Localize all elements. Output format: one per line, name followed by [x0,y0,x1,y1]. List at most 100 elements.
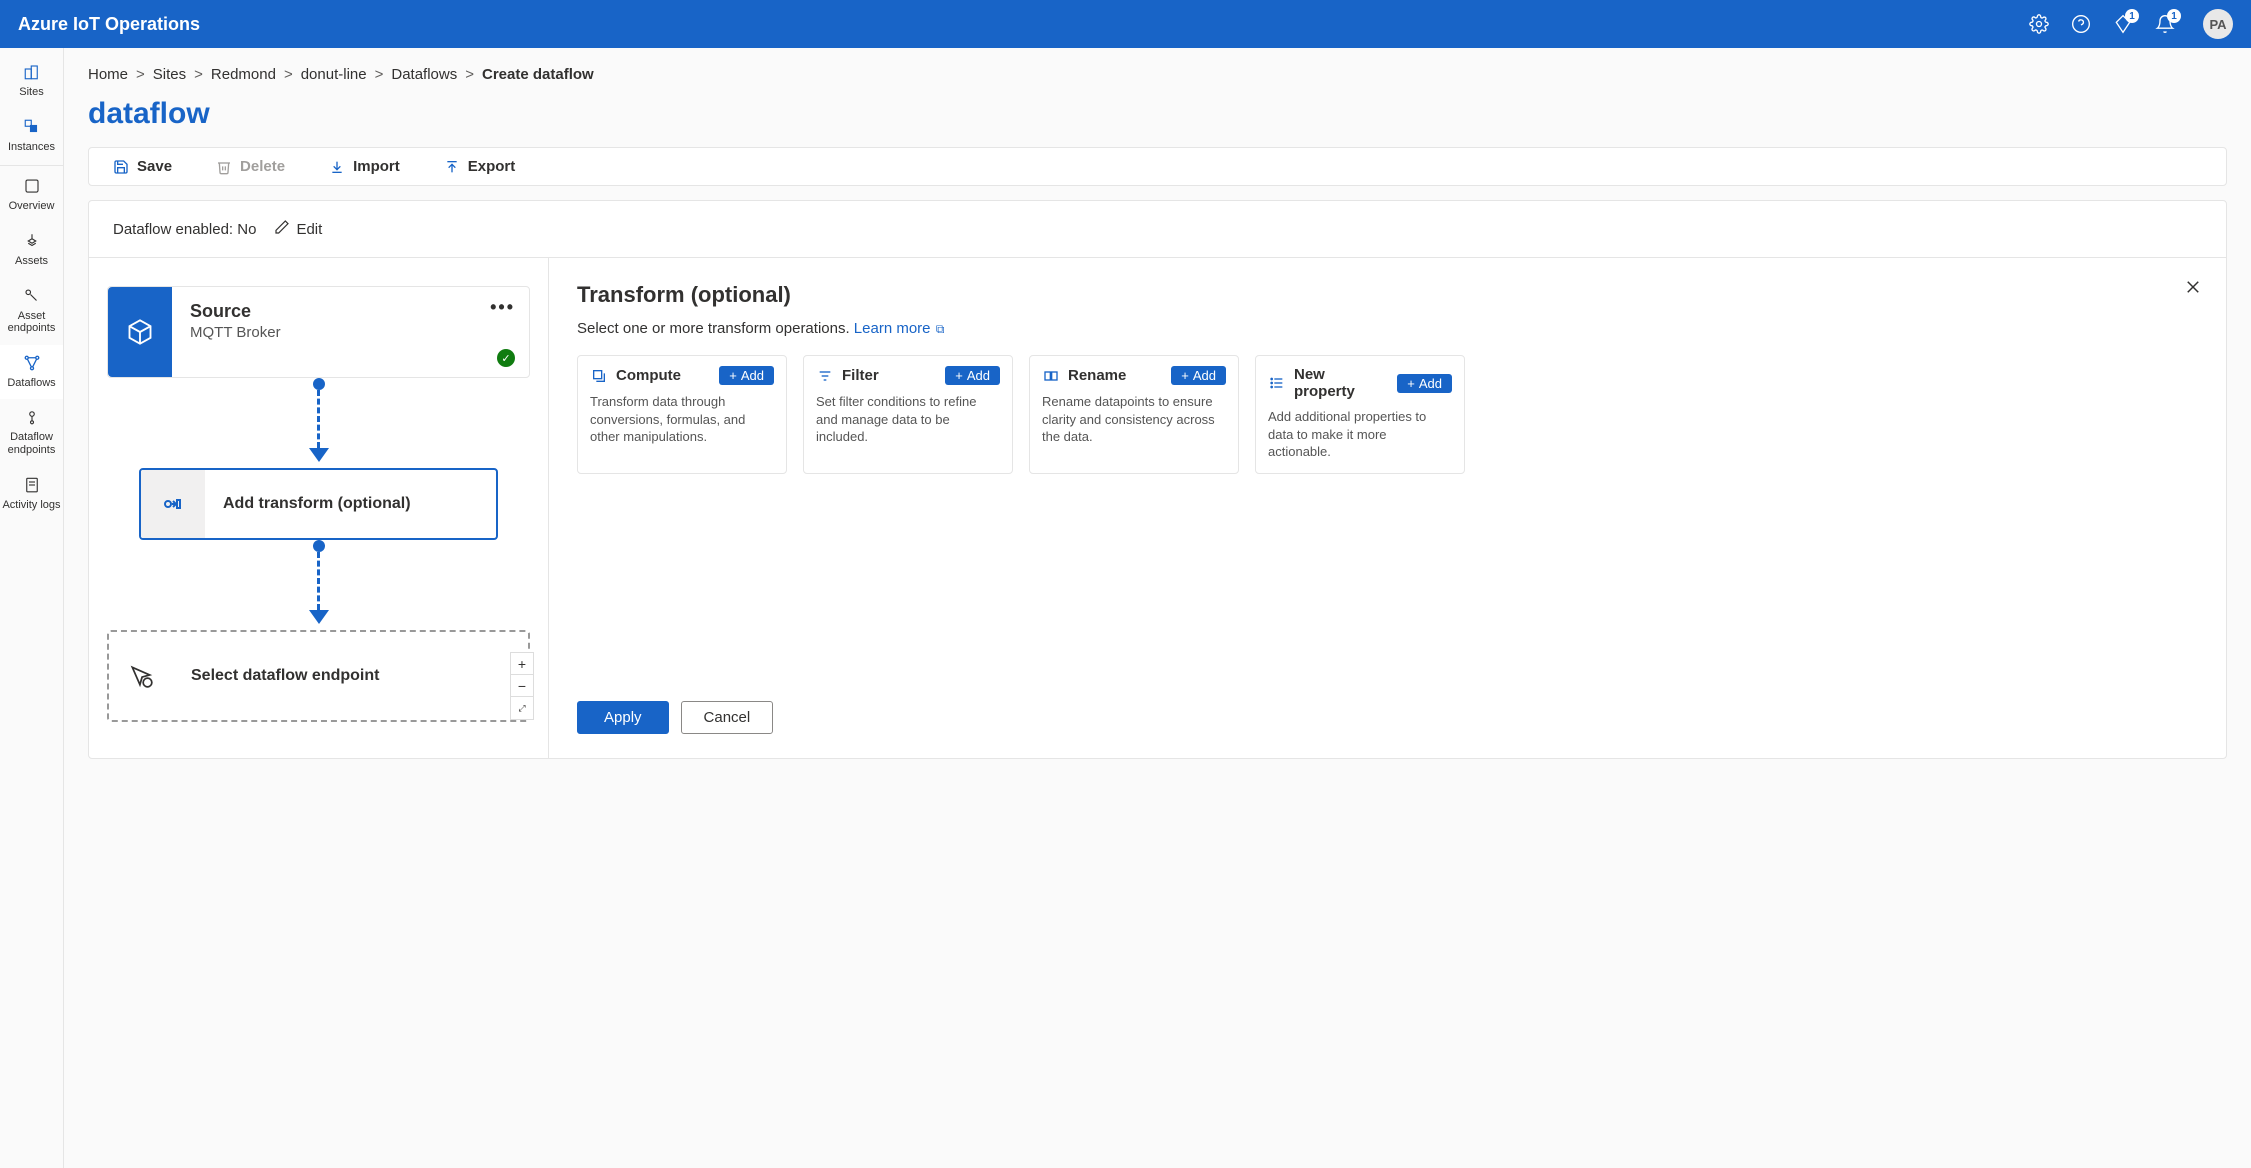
node-source[interactable]: Source MQTT Broker ••• ✓ [107,286,530,378]
asset-endpoint-icon [22,286,42,306]
notifications-badge: 1 [2167,9,2181,23]
card-new-property: New property +Add Add additional propert… [1255,355,1465,474]
node-endpoint[interactable]: Select dataflow endpoint [107,630,530,722]
card-desc: Add additional properties to data to mak… [1268,408,1452,461]
card-rename: Rename +Add Rename datapoints to ensure … [1029,355,1239,474]
more-icon[interactable]: ••• [490,297,515,318]
nav-instances[interactable]: Instances [0,109,63,164]
nav-label: Overview [9,200,55,213]
upload-icon [444,159,460,175]
canvas: Source MQTT Broker ••• ✓ [89,258,549,758]
crumb-donut-line[interactable]: donut-line [301,66,367,83]
compute-icon [590,367,608,385]
diagnostics-icon[interactable]: 1 [2113,14,2133,34]
save-icon [113,159,129,175]
right-panel: Transform (optional) Select one or more … [549,258,2226,758]
checkmark-icon: ✓ [497,349,515,367]
app-header: Azure IoT Operations 1 1 PA [0,0,2251,48]
download-icon [329,159,345,175]
source-subtitle: MQTT Broker [190,324,511,341]
close-icon[interactable] [2184,278,2202,299]
zoom-out-button[interactable]: − [511,675,533,697]
nav-label: Instances [8,141,55,154]
add-rename-button[interactable]: +Add [1171,366,1226,385]
transform-cards: Compute +Add Transform data through conv… [577,355,2198,474]
add-filter-button[interactable]: +Add [945,366,1000,385]
pencil-icon [274,219,290,239]
add-compute-button[interactable]: +Add [719,366,774,385]
crumb-dataflows[interactable]: Dataflows [391,66,457,83]
card-title: Rename [1068,367,1163,384]
header-actions: 1 1 PA [2029,9,2233,39]
nav-asset-endpoints[interactable]: Asset endpoints [0,278,63,345]
log-icon [22,475,42,495]
nav-label: Activity logs [2,499,60,512]
panel-subtext: Select one or more transform operations.… [577,320,2198,337]
nav-dataflow-endpoints[interactable]: Dataflow endpoints [0,399,63,466]
card-desc: Rename datapoints to ensure clarity and … [1042,393,1226,446]
content-panel: Dataflow enabled: No Edit Source MQTT Br… [88,200,2227,759]
transform-icon [141,470,205,538]
crumb-sites[interactable]: Sites [153,66,186,83]
apply-button[interactable]: Apply [577,701,669,734]
boxes-icon [22,117,42,137]
dataflow-enabled-label: Dataflow enabled: No [113,221,256,238]
nav-assets[interactable]: Assets [0,223,63,278]
plus-icon: + [955,368,963,383]
toolbar: Save Delete Import Export [88,147,2227,186]
zoom-in-button[interactable]: + [511,653,533,675]
nav-label: Asset endpoints [2,310,61,335]
diagnostics-badge: 1 [2125,9,2139,23]
source-title: Source [190,301,511,322]
connector [107,378,530,462]
dataflow-icon [22,353,42,373]
zoom-fit-button[interactable]: ⤢ [511,697,533,719]
filter-icon [816,367,834,385]
nav-label: Assets [15,255,48,268]
add-new-property-button[interactable]: +Add [1397,374,1452,393]
card-filter: Filter +Add Set filter conditions to ref… [803,355,1013,474]
endpoint-cursor-icon [109,632,173,720]
nav-sites[interactable]: Sites [0,54,63,109]
breadcrumbs: Home > Sites > Redmond > donut-line > Da… [88,66,2227,83]
crumb-redmond[interactable]: Redmond [211,66,276,83]
card-desc: Transform data through conversions, form… [590,393,774,446]
endpoint-label: Select dataflow endpoint [191,667,379,685]
notifications-icon[interactable]: 1 [2155,14,2175,34]
app-title: Azure IoT Operations [18,14,2029,35]
zoom-controls: + − ⤢ [510,652,534,720]
page-title: dataflow [88,97,2227,131]
card-title: Filter [842,367,937,384]
import-button[interactable]: Import [329,158,400,175]
rename-icon [1042,367,1060,385]
crumb-home[interactable]: Home [88,66,128,83]
user-avatar[interactable]: PA [2203,9,2233,39]
cancel-button[interactable]: Cancel [681,701,774,734]
enable-row: Dataflow enabled: No Edit [89,201,2226,257]
plus-icon: + [729,368,737,383]
nav-overview[interactable]: Overview [0,168,63,223]
card-title: New property [1294,366,1389,400]
node-transform[interactable]: Add transform (optional) [139,468,498,540]
card-compute: Compute +Add Transform data through conv… [577,355,787,474]
plus-icon: + [1407,376,1415,391]
nav-label: Dataflows [7,377,55,390]
save-button[interactable]: Save [113,158,172,175]
help-icon[interactable] [2071,14,2091,34]
transform-label: Add transform (optional) [223,495,411,513]
cube-icon [108,287,172,377]
plus-icon: + [1181,368,1189,383]
crumb-create-dataflow: Create dataflow [482,66,594,83]
connector [107,540,530,624]
export-button[interactable]: Export [444,158,516,175]
edit-button[interactable]: Edit [274,219,322,239]
buildings-icon [22,62,42,82]
asset-icon [22,231,42,251]
nav-activity-logs[interactable]: Activity logs [0,467,63,522]
nav-dataflows[interactable]: Dataflows [0,345,63,400]
settings-icon[interactable] [2029,14,2049,34]
learn-more-link[interactable]: Learn more ⧉ [854,320,945,337]
nav-label: Dataflow endpoints [2,431,61,456]
dataflow-endpoint-icon [22,407,42,427]
card-title: Compute [616,367,711,384]
